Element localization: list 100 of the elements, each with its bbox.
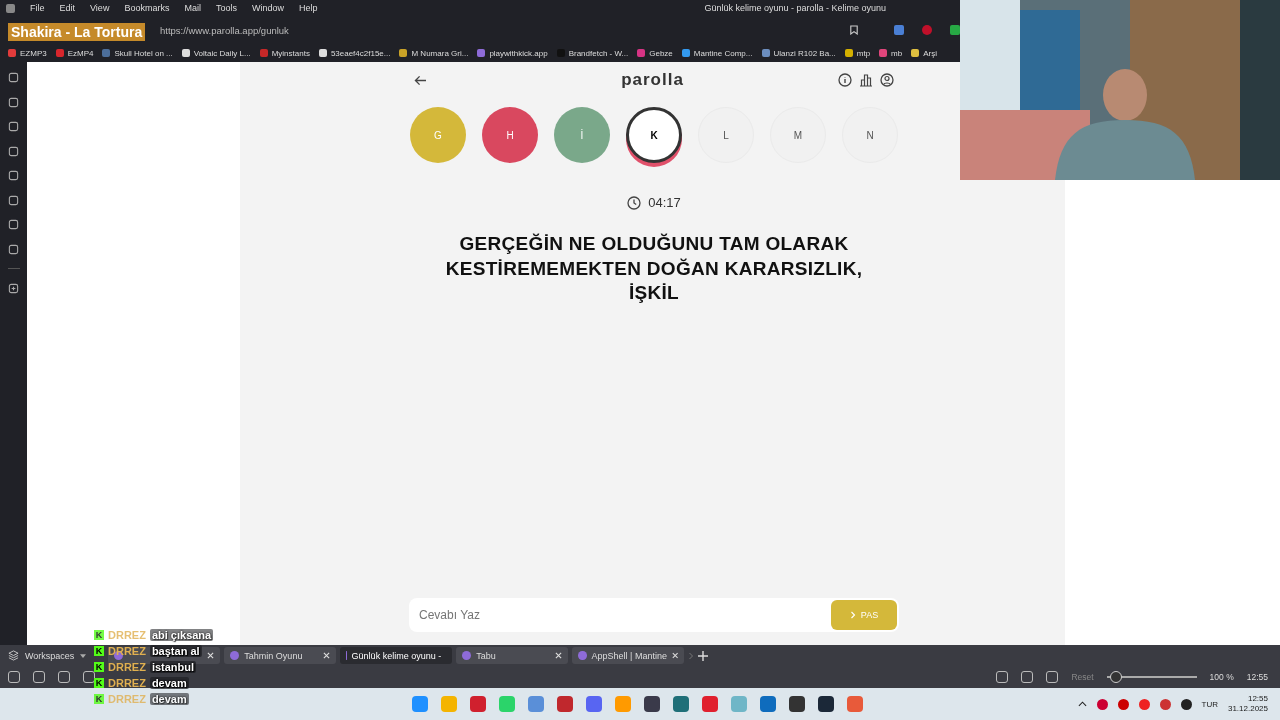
bookmark[interactable]: playwithkick.app: [477, 48, 548, 58]
window-title: Günlük kelime oyunu - parolla - Kelime oyunu: [704, 3, 887, 13]
bookmark[interactable]: M Numara Gri...: [399, 48, 469, 58]
menu-item[interactable]: Edit: [59, 3, 76, 13]
menu-item[interactable]: File: [30, 3, 45, 13]
browser-tab[interactable]: [108, 647, 221, 664]
bookmark[interactable]: Myinstants: [259, 48, 310, 58]
logo: parolla: [621, 70, 684, 90]
letter-circle: K: [626, 107, 682, 163]
slider-thumb[interactable]: [1109, 671, 1122, 683]
close-icon[interactable]: [207, 652, 215, 659]
bookmark[interactable]: Voltaic Daily L...: [181, 48, 251, 58]
panel-icon[interactable]: [8, 96, 19, 108]
chevron-up-icon[interactable]: [1077, 701, 1087, 707]
app-icon[interactable]: [789, 696, 805, 712]
song-title: Shakira - La Tortura: [8, 23, 146, 41]
shield-icon[interactable]: [950, 25, 960, 35]
status-icon[interactable]: [1046, 671, 1059, 683]
browser-tab[interactable]: AppShell | Mantine: [572, 647, 685, 664]
timer-text: 04:17: [648, 195, 681, 210]
address-field[interactable]: https://www.parolla.app/gunluk: [160, 24, 850, 36]
zoom-slider[interactable]: [1106, 671, 1197, 683]
bar-chart-icon[interactable]: [859, 73, 873, 87]
panel-icon[interactable]: [8, 219, 19, 230]
layers-icon: [8, 650, 19, 661]
menu-item[interactable]: View: [90, 3, 110, 13]
kick-badge: K: [94, 630, 104, 640]
bookmark[interactable]: Mantine Comp...: [681, 48, 753, 58]
browser-tab[interactable]: Tabu: [456, 647, 569, 664]
bookmark[interactable]: Arşi: [911, 48, 937, 58]
panel-icon[interactable]: [8, 72, 19, 83]
taskbar-date: 31.12.2025: [1227, 704, 1268, 714]
question-text: GERÇEĞİN NE OLDUĞUNU TAM OLARAK KESTİREMEMEKTEN DOĞAN KARARSIZLIK, İŞKİL: [444, 232, 864, 305]
bookmark[interactable]: 53eaef4c2f15e...: [318, 48, 391, 58]
chat-message: istanbul: [149, 661, 197, 673]
letter-circle: M: [770, 107, 826, 163]
bookmark[interactable]: Skull Hotel on ...: [102, 48, 173, 58]
status-icon[interactable]: [8, 671, 20, 683]
letter-circle: L: [698, 107, 754, 163]
close-icon[interactable]: [323, 652, 331, 659]
menu-item[interactable]: Bookmarks: [124, 3, 170, 13]
panel-icon[interactable]: [8, 145, 19, 157]
kick-badge: K: [94, 646, 104, 656]
letter-circle: H: [482, 107, 538, 163]
status-icon[interactable]: [1021, 671, 1034, 683]
kick-badge: K: [94, 662, 104, 672]
extension-icon[interactable]: [922, 25, 932, 35]
app-icon[interactable]: [644, 696, 660, 712]
workspaces-button[interactable]: Workspaces: [8, 650, 87, 661]
browser-logo-icon[interactable]: [6, 3, 15, 13]
language-indicator[interactable]: TUR: [1201, 699, 1218, 709]
app-icon[interactable]: [673, 696, 689, 712]
menu-item[interactable]: Mail: [184, 3, 201, 13]
chat-message: abi çıksana: [149, 629, 214, 641]
bookmark[interactable]: mb: [879, 48, 903, 58]
chat-message: baştan al: [149, 645, 202, 657]
bookmark[interactable]: Gebze: [637, 48, 673, 58]
bookmark[interactable]: mtp: [844, 48, 871, 58]
bookmark[interactable]: EZMP3: [8, 48, 47, 58]
panel-icon[interactable]: [8, 243, 19, 255]
panel-icon[interactable]: [8, 170, 19, 181]
caret-icon: [80, 653, 87, 658]
chat-username: DRREZ: [108, 645, 146, 657]
chat-username: DRREZ: [108, 693, 146, 705]
bookmark[interactable]: Brandfetch - W...: [556, 48, 629, 58]
bookmark[interactable]: Ulanzi R102 Ba...: [761, 48, 836, 58]
taskbar-time: 12:55: [1247, 694, 1268, 704]
status-icon[interactable]: [33, 671, 45, 683]
bookmark-icon[interactable]: [850, 25, 858, 35]
panel-icon[interactable]: [8, 194, 19, 206]
status-icon[interactable]: [58, 671, 70, 683]
zoom-level: 100 %: [1209, 672, 1234, 682]
status-icon[interactable]: [996, 671, 1009, 683]
app-icon[interactable]: [818, 696, 834, 712]
chevron-icon: [849, 611, 856, 619]
bookmark[interactable]: EzMP4: [55, 48, 94, 58]
close-icon[interactable]: [671, 652, 679, 659]
tray-icon[interactable]: [1180, 698, 1192, 710]
letter-circle: G: [410, 107, 466, 163]
menu-item[interactable]: Window: [251, 3, 284, 13]
clock-icon: [627, 195, 642, 210]
app-icon[interactable]: [557, 696, 573, 712]
chat-username: DRREZ: [108, 629, 146, 641]
user-icon[interactable]: [880, 73, 894, 87]
extension-icon[interactable]: [894, 25, 904, 35]
kick-badge: K: [94, 694, 104, 704]
kick-badge: K: [94, 678, 104, 688]
close-icon[interactable]: [555, 652, 563, 659]
menu-item[interactable]: Tools: [215, 3, 237, 13]
info-icon[interactable]: [838, 73, 852, 87]
chat-username: DRREZ: [108, 661, 146, 673]
menu-item[interactable]: Help: [298, 3, 318, 13]
chat-message: devam: [149, 677, 189, 689]
back-arrow-icon[interactable]: [414, 74, 427, 86]
browser-tab[interactable]: Tahmin Oyunu: [224, 647, 337, 664]
plus-icon[interactable]: [8, 282, 19, 294]
browser-tab[interactable]: Günlük kelime oyunu -: [340, 647, 453, 664]
panel-icon[interactable]: [8, 121, 19, 132]
app-icon[interactable]: [760, 696, 776, 712]
chat-username: DRREZ: [108, 677, 146, 689]
